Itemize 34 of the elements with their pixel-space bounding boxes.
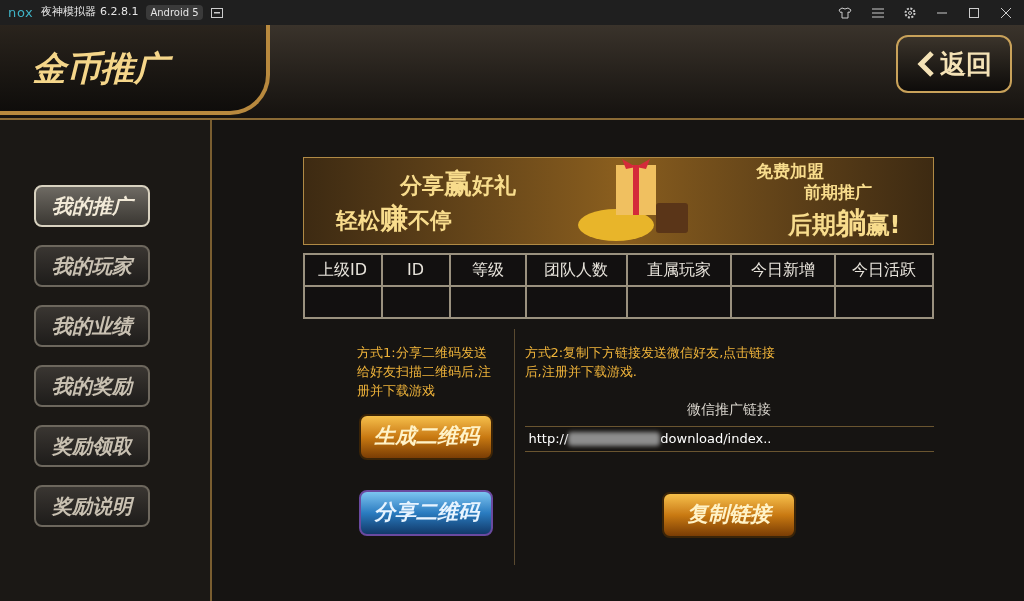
banner-slogan: 轻松赚不停 xyxy=(335,201,453,236)
column-header: 等级 xyxy=(448,255,525,285)
column-header: 今日新增 xyxy=(729,255,834,285)
settings-icon[interactable] xyxy=(904,6,916,19)
banner-slogan: 免费加盟 xyxy=(755,161,824,183)
chevron-left-icon xyxy=(916,50,936,78)
column-header: 团队人数 xyxy=(524,255,626,285)
back-button[interactable]: 返回 xyxy=(896,35,1012,93)
sidebar-tab[interactable]: 我的业绩 xyxy=(34,305,150,347)
maximize-icon[interactable] xyxy=(968,6,980,19)
sidebar-tab[interactable]: 奖励领取 xyxy=(34,425,150,467)
column-header: 直属玩家 xyxy=(625,255,730,285)
sidebar-tab[interactable]: 我的玩家 xyxy=(34,245,150,287)
app-logo: nox xyxy=(8,3,34,22)
column-header: 上级ID xyxy=(316,259,368,281)
share-qr-button[interactable]: 分享二维码 xyxy=(359,490,493,536)
link-label: 微信推广链接 xyxy=(687,400,771,419)
window-title: 夜神模拟器 6.2.8.1 xyxy=(41,4,139,21)
column-header: 今日活跃 xyxy=(833,255,932,285)
sidebar-tab[interactable]: 奖励说明 xyxy=(34,485,150,527)
shirt-icon[interactable] xyxy=(838,6,852,19)
menu-icon[interactable] xyxy=(872,7,884,18)
banner-slogan: 分享赢好礼 xyxy=(398,166,516,201)
method-one-text: 方式1:分享二维码发送给好友扫描二维码后,注册并下载游戏 xyxy=(357,344,493,400)
link-field[interactable]: http:// download/index.. xyxy=(524,426,934,452)
method-two-text: 方式2:复制下方链接发送微信好友,点击链接后,注册并下载游戏. xyxy=(524,344,777,381)
sidebar-tab[interactable]: 我的推广 xyxy=(34,185,150,227)
version-badge: Android 5 xyxy=(146,5,203,20)
page-title: 金币推广 xyxy=(32,46,180,90)
close-icon[interactable] xyxy=(1000,6,1012,19)
sidebar-tab[interactable]: 我的奖励 xyxy=(34,365,150,407)
banner-slogan: 后期躺赢! xyxy=(786,203,901,241)
column-header: ID xyxy=(380,255,449,285)
banner-slogan: 前期推广 xyxy=(802,182,872,204)
